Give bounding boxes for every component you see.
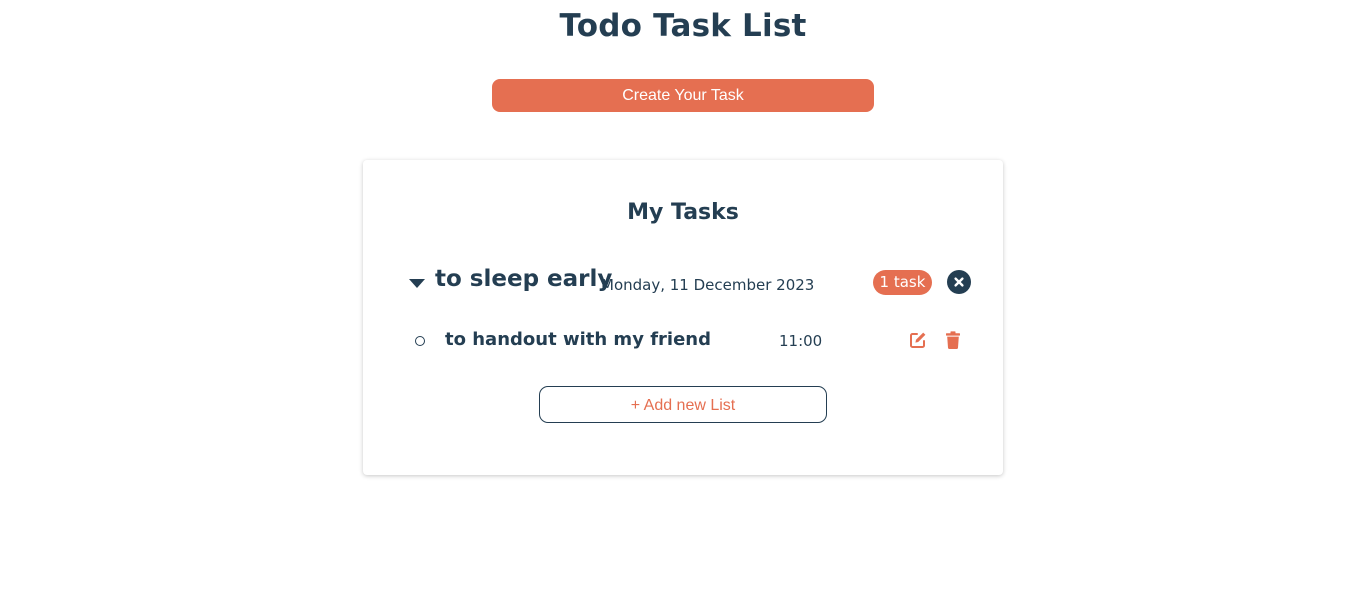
card-title: My Tasks bbox=[627, 200, 739, 225]
caret-down-icon[interactable] bbox=[409, 279, 425, 288]
task-name: to handout with my friend bbox=[445, 329, 711, 350]
todo-app: Todo Task List Create Your Task My Tasks… bbox=[0, 0, 1366, 607]
add-new-list-button[interactable]: + Add new List bbox=[539, 386, 827, 423]
close-glyph bbox=[954, 277, 964, 287]
page-title: Todo Task List bbox=[559, 8, 807, 44]
list-name[interactable]: to sleep early bbox=[435, 266, 612, 292]
tasks-card: My Tasks to sleep early Monday, 11 Decem… bbox=[363, 160, 1003, 475]
task-count-badge: 1 task bbox=[873, 270, 932, 295]
circle-outline-icon[interactable] bbox=[415, 336, 425, 346]
edit-icon[interactable] bbox=[909, 331, 927, 349]
list-date: Monday, 11 December 2023 bbox=[601, 276, 815, 294]
close-circle-icon[interactable] bbox=[947, 270, 971, 294]
trash-icon[interactable] bbox=[946, 331, 960, 349]
create-task-button[interactable]: Create Your Task bbox=[492, 79, 874, 112]
task-row: to handout with my friend 11:00 bbox=[409, 326, 979, 356]
task-time: 11:00 bbox=[779, 332, 823, 350]
task-list-header: to sleep early Monday, 11 December 2023 … bbox=[409, 266, 979, 298]
